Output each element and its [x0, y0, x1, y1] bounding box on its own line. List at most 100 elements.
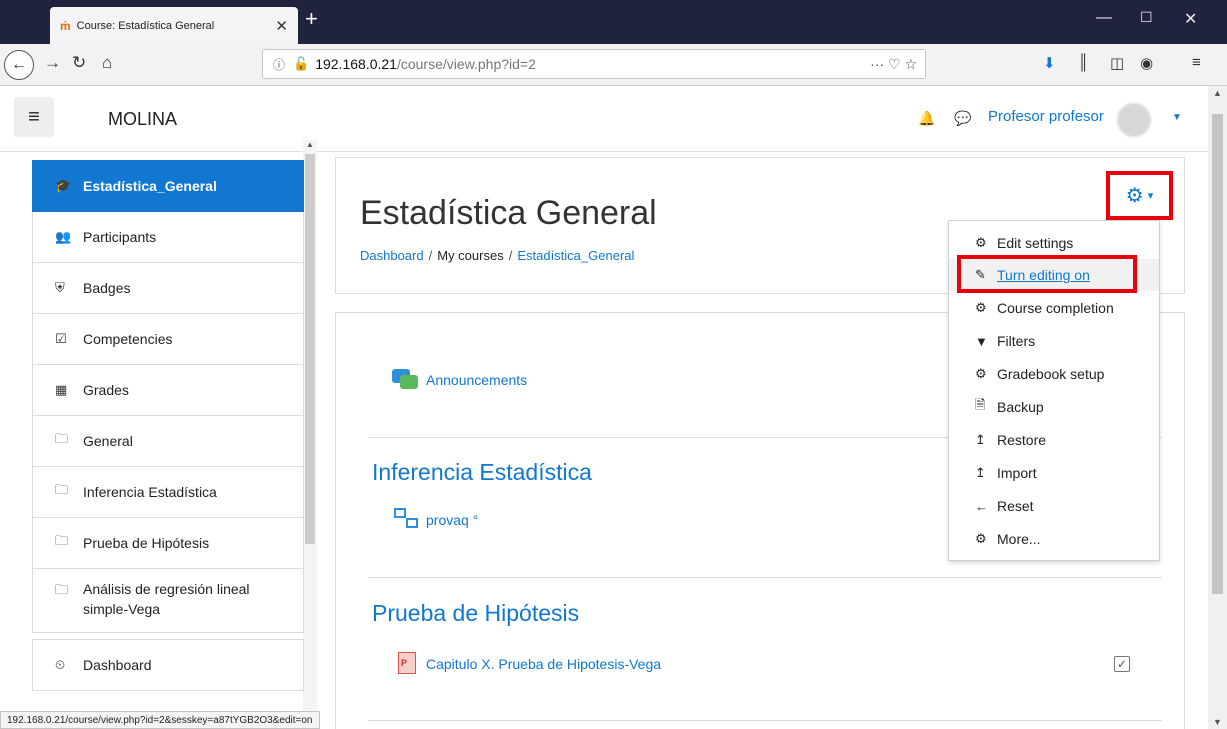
- activity-label: Announcements: [426, 372, 528, 388]
- menu-icon[interactable]: ≡: [1192, 54, 1201, 71]
- sidebar-item-grades[interactable]: ▦ Grades: [32, 365, 304, 416]
- breadcrumb-dashboard[interactable]: Dashboard: [360, 248, 424, 263]
- section-divider: [368, 720, 1162, 721]
- avatar[interactable]: [1116, 102, 1152, 138]
- nav-drawer-toggle[interactable]: ≡: [14, 97, 54, 137]
- activity-resource[interactable]: P Capitulo X. Prueba de Hipotesis-Vega: [396, 652, 661, 676]
- menu-item-backup[interactable]: 🗎 Backup: [949, 391, 1159, 423]
- breadcrumb-course[interactable]: Estadística_General: [517, 248, 634, 263]
- account-icon[interactable]: ◉: [1140, 54, 1153, 72]
- breadcrumb-separator: /: [508, 248, 513, 263]
- gear-icon: ⚙: [1125, 185, 1144, 207]
- folder-icon: 🗀: [55, 482, 69, 497]
- url-path: /course/view.php?id=2: [396, 56, 536, 72]
- page-scrollbar[interactable]: ▲ ▼: [1208, 86, 1227, 729]
- new-tab-icon[interactable]: +: [305, 6, 318, 32]
- site-header: ≡ MOLINA 🔔 💬 Profesor profesor ▼: [0, 86, 1210, 152]
- menu-item-course-completion[interactable]: ⚙ Course completion: [949, 292, 1159, 324]
- url-host: 192.168.0.21: [315, 56, 397, 72]
- maximize-icon[interactable]: ☐: [1140, 9, 1153, 26]
- moodle-favicon-icon: ṁ: [60, 18, 71, 33]
- sidebar-item-course[interactable]: 🎓 Estadística_General: [32, 160, 304, 212]
- menu-item-more[interactable]: ⚙ More...: [949, 523, 1159, 555]
- activity-quiz[interactable]: provaq °: [394, 508, 478, 532]
- chat-icon[interactable]: 💬: [954, 110, 971, 127]
- users-icon: 👥: [55, 229, 72, 244]
- tab-close-icon[interactable]: ✕: [275, 17, 288, 35]
- sidebar-item-inferencia[interactable]: 🗀 Inferencia Estadística: [32, 467, 304, 518]
- status-bar-url: 192.168.0.21/course/view.php?id=2&sesske…: [0, 711, 320, 729]
- sidebar-item-badges[interactable]: ⛨ Badges: [32, 263, 304, 314]
- level-up-icon: ↥: [975, 432, 986, 447]
- download-icon[interactable]: ⬇: [1043, 54, 1056, 72]
- activity-label: provaq °: [426, 512, 479, 528]
- sidebar-item-participants[interactable]: 👥 Participants: [32, 212, 304, 263]
- bell-icon[interactable]: 🔔: [918, 110, 935, 127]
- menu-item-gradebook-setup[interactable]: ⚙ Gradebook setup: [949, 358, 1159, 390]
- course-actions-button[interactable]: ⚙ ▾: [1106, 171, 1173, 220]
- gear-icon: ⚙: [975, 235, 987, 250]
- url-bar[interactable]: ⓘ 🔓 192.168.0.21/course/view.php?id=2 ··…: [262, 49, 926, 79]
- insecure-lock-icon[interactable]: 🔓: [293, 56, 309, 72]
- back-button[interactable]: ←: [4, 50, 34, 80]
- sidebar-item-label: Prueba de Hipótesis: [83, 535, 210, 551]
- sidebar-item-general[interactable]: 🗀 General: [32, 416, 304, 467]
- activity-label: Capitulo X. Prueba de Hipotesis-Vega: [426, 656, 662, 672]
- completion-checkbox[interactable]: ✓: [1114, 656, 1130, 672]
- graduation-cap-icon: 🎓: [55, 178, 72, 193]
- section-title[interactable]: Prueba de Hipótesis: [372, 600, 579, 627]
- folder-icon: 🗀: [55, 582, 69, 597]
- scroll-down-icon[interactable]: ▼: [1213, 717, 1222, 727]
- sidebar-item-label: Competencies: [83, 331, 173, 347]
- library-icon[interactable]: ║: [1078, 54, 1089, 71]
- scrollbar-thumb[interactable]: [1212, 114, 1223, 594]
- sidebar-scrollbar[interactable]: ▲: [303, 140, 317, 729]
- menu-item-reset[interactable]: ← Reset: [949, 490, 1159, 522]
- course-nav-drawer: 🎓 Estadística_General 👥 Participants ⛨ B…: [32, 160, 304, 691]
- breadcrumb-my-courses[interactable]: My courses: [437, 248, 503, 263]
- reload-icon[interactable]: ↻: [72, 53, 86, 73]
- sidebar-toggle-icon[interactable]: ◫: [1110, 54, 1124, 72]
- sidebar-item-label: Estadística_General: [83, 178, 217, 194]
- folder-icon: 🗀: [55, 533, 69, 548]
- sidebar-item-prueba[interactable]: 🗀 Prueba de Hipótesis: [32, 518, 304, 569]
- scrollbar-thumb[interactable]: [305, 154, 315, 544]
- home-icon[interactable]: ⌂: [102, 53, 112, 73]
- sidebar-group-general: ⏲ Dashboard: [32, 639, 304, 691]
- forward-icon[interactable]: →: [44, 53, 61, 73]
- minimize-icon[interactable]: —: [1096, 9, 1112, 27]
- sidebar-item-label: Participants: [83, 229, 157, 245]
- menu-item-filters[interactable]: ▼ Filters: [949, 325, 1159, 357]
- menu-item-restore[interactable]: ↥ Restore: [949, 424, 1159, 456]
- page-actions-icon[interactable]: ··· ♡ ☆: [870, 56, 917, 73]
- arrow-left-icon: ←: [975, 498, 988, 514]
- scroll-up-icon[interactable]: ▲: [1213, 88, 1222, 98]
- site-name[interactable]: MOLINA: [108, 109, 177, 130]
- browser-tab[interactable]: ṁ Course: Estadística General ✕: [50, 7, 298, 44]
- window-close-icon[interactable]: ✕: [1184, 9, 1197, 29]
- scroll-up-icon[interactable]: ▲: [306, 140, 314, 149]
- menu-item-import[interactable]: ↥ Import: [949, 457, 1159, 489]
- section-title[interactable]: Inferencia Estadística: [372, 459, 592, 486]
- browser-navbar: ← → ↻ ⌂ ⓘ 🔓 192.168.0.21/course/view.php…: [0, 44, 1227, 86]
- level-up-icon: ↥: [975, 465, 986, 480]
- tab-title: Course: Estadística General: [76, 19, 215, 32]
- user-name[interactable]: Profesor profesor: [988, 108, 1104, 125]
- caret-down-icon[interactable]: ▼: [1172, 112, 1182, 123]
- sidebar-item-dashboard[interactable]: ⏲ Dashboard: [32, 640, 304, 691]
- gear-icon: ⚙: [975, 366, 987, 381]
- shield-icon: ⛨: [55, 280, 65, 295]
- caret-down-icon: ▾: [1147, 190, 1154, 202]
- gear-icon: ⚙: [975, 531, 987, 546]
- file-archive-icon: 🗎: [975, 397, 986, 412]
- browser-titlebar: ṁ Course: Estadística General ✕ + — ☐ ✕: [0, 0, 1227, 44]
- info-icon[interactable]: ⓘ: [273, 56, 285, 73]
- sidebar-item-label: General: [83, 433, 133, 449]
- folder-icon: 🗀: [55, 431, 69, 446]
- activity-announcements[interactable]: Announcements: [392, 369, 527, 391]
- sidebar-item-competencies[interactable]: ☑ Competencies: [32, 314, 304, 365]
- sidebar-item-label: Dashboard: [83, 657, 152, 673]
- table-icon: ▦: [55, 382, 68, 397]
- sidebar-item-analisis[interactable]: 🗀 Análisis de regresión lineal simple-Ve…: [32, 569, 304, 633]
- forum-icon: [392, 369, 418, 391]
